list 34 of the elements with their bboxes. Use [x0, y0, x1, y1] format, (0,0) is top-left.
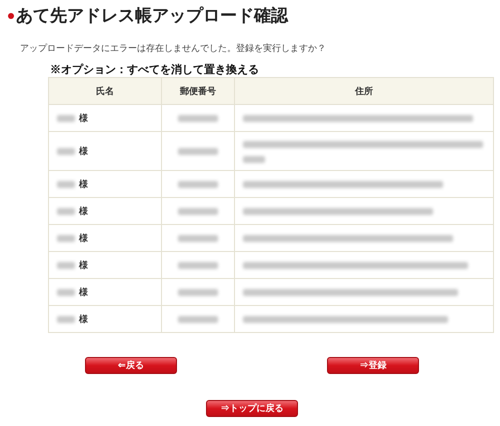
- redacted-postal-code: [178, 181, 218, 188]
- redacted-name: [57, 262, 75, 268]
- honorific-text: 様: [79, 206, 88, 216]
- redacted-postal-code: [178, 262, 218, 270]
- redacted-name: [57, 114, 75, 122]
- redacted-name: [57, 234, 75, 242]
- register-button[interactable]: ⇒登録: [327, 357, 419, 374]
- message-text: アップロードデータにエラーは存在しませんでした。登録を実行しますか？: [20, 42, 327, 54]
- honorific-text: 様: [79, 260, 88, 270]
- honorific-text: 様: [79, 232, 88, 242]
- back-button[interactable]: ⇐戻る: [85, 357, 177, 374]
- redacted-name: [57, 316, 75, 322]
- honorific-text: 様: [79, 178, 88, 188]
- redacted-name: [57, 180, 75, 188]
- honorific-text: 様: [79, 314, 88, 324]
- honorific-text: 様: [79, 112, 88, 122]
- redacted-postal-code: [178, 289, 218, 296]
- redacted-postal-code: [178, 115, 218, 122]
- column-header: 氏名: [48, 78, 162, 104]
- column-header: 郵便番号: [162, 78, 234, 104]
- bullet-icon: [8, 13, 14, 19]
- redacted-postal-code: [178, 316, 218, 324]
- column-header: 住所: [234, 78, 494, 104]
- redacted-name: [57, 208, 75, 214]
- redacted-name: [57, 288, 75, 296]
- honorific-text: 様: [79, 146, 88, 156]
- redacted-postal-code: [178, 148, 218, 156]
- top-button[interactable]: ⇒トップに戻る: [206, 400, 298, 417]
- redacted-postal-code: [178, 235, 218, 242]
- page-title: あて先アドレス帳アップロード確認: [16, 6, 288, 26]
- redacted-postal-code: [178, 208, 218, 216]
- honorific-text: 様: [79, 286, 88, 296]
- redacted-name: [57, 148, 75, 154]
- option-heading: ※オプション：すべてを消して置き換える: [50, 64, 260, 77]
